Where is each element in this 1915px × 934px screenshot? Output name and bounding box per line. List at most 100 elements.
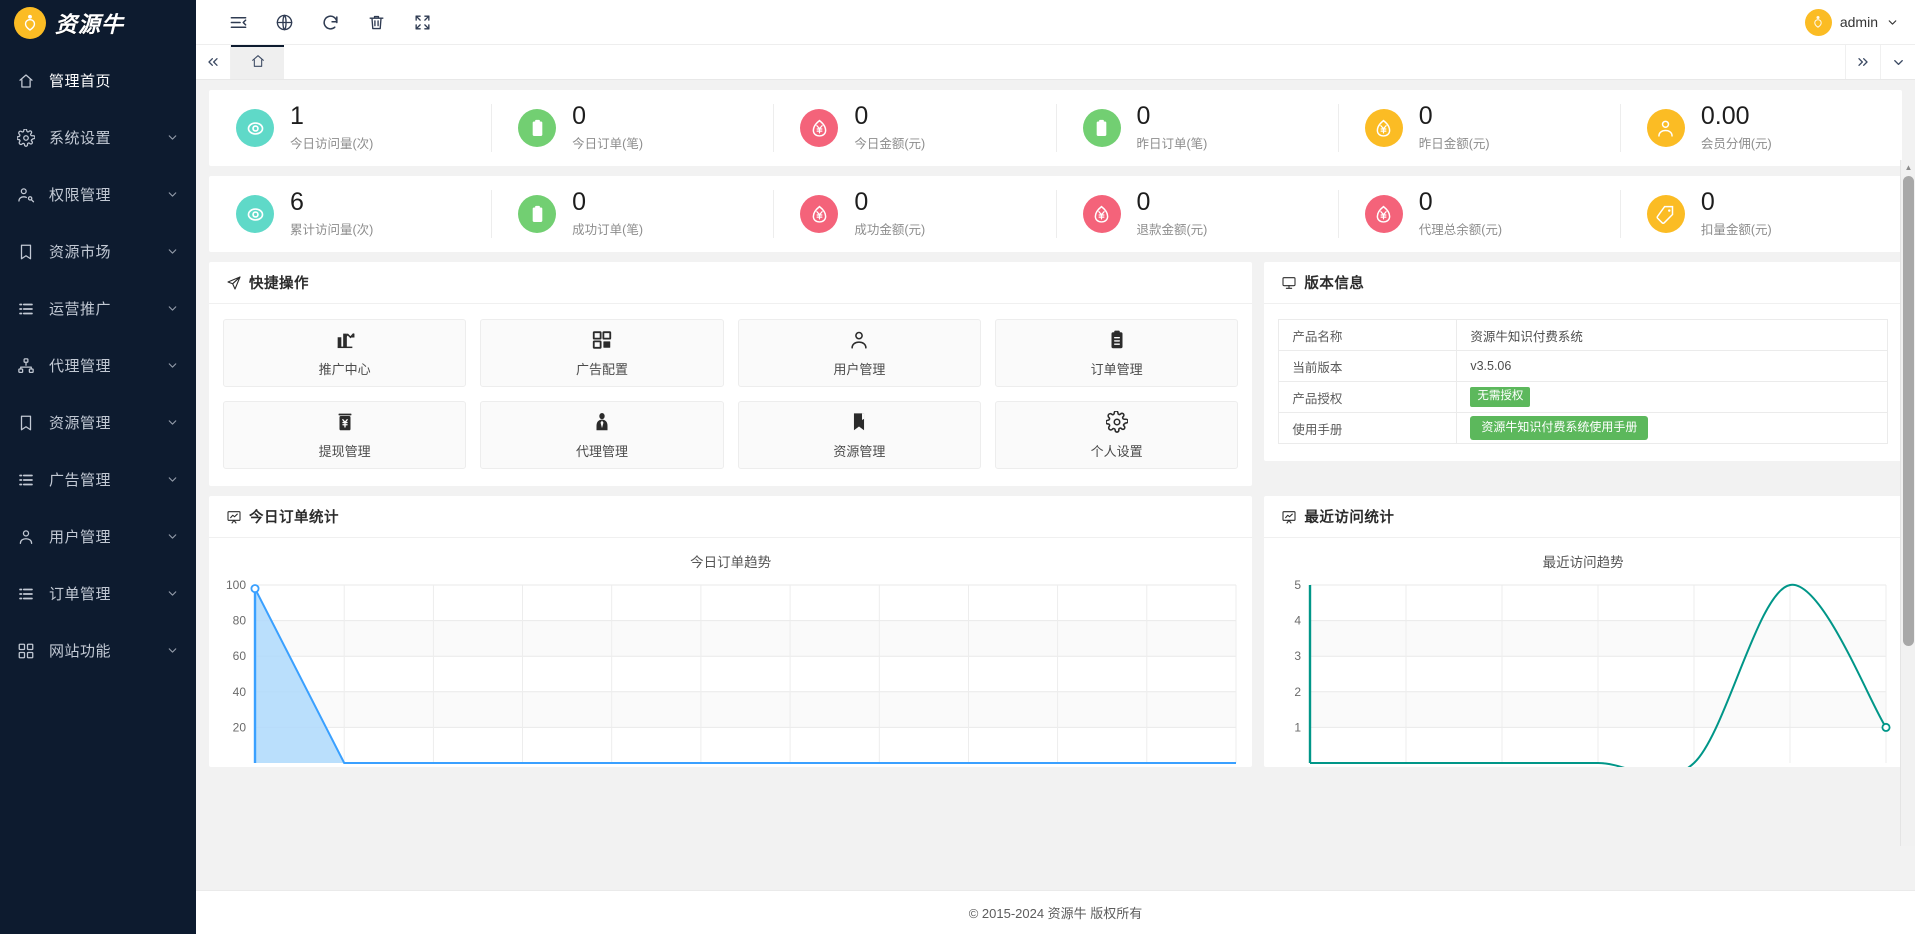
quick-action-4[interactable]: 提现管理 — [223, 401, 466, 469]
toolbar-menu-collapse-icon[interactable] — [215, 0, 261, 45]
version-value-cell: 资源牛知识付费系统 — [1457, 320, 1888, 351]
scroll-up-arrow[interactable]: ▲ — [1901, 160, 1915, 175]
sidebar-item-5[interactable]: 代理管理 — [0, 337, 196, 394]
tabs-scroll-right[interactable] — [1845, 45, 1880, 79]
tab-strip — [196, 45, 1915, 80]
sidebar-item-1[interactable]: 系统设置 — [0, 109, 196, 166]
chevron-down-icon — [166, 530, 179, 543]
today-orders-chart-card: 今日订单统计 今日订单趋势 20406080100 — [209, 496, 1252, 767]
sidebar-item-6[interactable]: 资源管理 — [0, 394, 196, 451]
svg-text:1: 1 — [1295, 720, 1302, 734]
quick-actions-card: 快捷操作 推广中心 广告配置 用户管理 订单管理 提现管理 代理管理 资源管理 — [209, 262, 1252, 486]
quick-action-2[interactable]: 用户管理 — [738, 319, 981, 387]
clipboard-list-icon — [1106, 329, 1128, 351]
stat-card-3: 0 退款金额(元) — [1056, 176, 1338, 252]
version-value: 资源牛知识付费系统 — [1470, 330, 1583, 344]
sidebar-nav: 管理首页 系统设置 权限管理 资源市场 运营推广 代理管理 资源管理 广告管理 — [0, 45, 196, 934]
chevron-down-icon — [166, 302, 179, 315]
version-key: 当前版本 — [1279, 351, 1457, 382]
bookmark-icon — [848, 411, 870, 433]
sidebar-item-label: 网站功能 — [49, 640, 166, 661]
quick-action-label: 资源管理 — [833, 441, 885, 460]
stat-value: 0 — [854, 190, 925, 215]
stat-label: 累计访问量(次) — [290, 219, 373, 238]
sidebar-item-9[interactable]: 订单管理 — [0, 565, 196, 622]
quick-action-7[interactable]: 个人设置 — [995, 401, 1238, 469]
mid-row: 快捷操作 推广中心 广告配置 用户管理 订单管理 提现管理 代理管理 资源管理 — [196, 252, 1915, 486]
eye-target-icon — [236, 195, 274, 233]
tabs-container — [231, 45, 1845, 79]
quick-action-3[interactable]: 订单管理 — [995, 319, 1238, 387]
toolbar-trash-icon[interactable] — [353, 0, 399, 45]
table-row: 使用手册 资源牛知识付费系统使用手册 — [1279, 413, 1888, 444]
agent-tie-icon — [591, 411, 613, 433]
svg-text:5: 5 — [1295, 578, 1302, 592]
yuan-icon — [1365, 109, 1403, 147]
sidebar-item-8[interactable]: 用户管理 — [0, 508, 196, 565]
today-orders-title: 今日订单统计 — [249, 506, 339, 527]
avatar — [1805, 9, 1832, 36]
sidebar-item-10[interactable]: 网站功能 — [0, 622, 196, 679]
toolbar-buttons — [196, 0, 445, 45]
sitemap-icon — [16, 356, 35, 375]
tab-home[interactable] — [231, 45, 284, 79]
quick-action-6[interactable]: 资源管理 — [738, 401, 981, 469]
manual-button[interactable]: 资源牛知识付费系统使用手册 — [1470, 416, 1648, 440]
quick-action-5[interactable]: 代理管理 — [480, 401, 723, 469]
version-value-cell: v3.5.06 — [1457, 351, 1888, 382]
stat-card-5: 0.00 会员分佣(元) — [1620, 90, 1902, 166]
stat-card-4: 0 代理总余额(元) — [1338, 176, 1620, 252]
home-icon — [16, 71, 35, 90]
chevron-down-icon — [1886, 16, 1899, 29]
toolbar-refresh-icon[interactable] — [307, 0, 353, 45]
tabs-dropdown[interactable] — [1880, 45, 1915, 79]
quick-action-0[interactable]: 推广中心 — [223, 319, 466, 387]
stat-card-1: 0 今日订单(笔) — [491, 90, 773, 166]
brand-name: 资源牛 — [55, 7, 124, 39]
quick-actions-body: 推广中心 广告配置 用户管理 订单管理 提现管理 代理管理 资源管理 个人设置 — [209, 304, 1252, 486]
clipboard-icon — [518, 109, 556, 147]
sidebar-item-7[interactable]: 广告管理 — [0, 451, 196, 508]
page-scrollbar[interactable]: ▲ — [1900, 160, 1915, 846]
svg-text:2: 2 — [1295, 685, 1302, 699]
sidebar-item-label: 运营推广 — [49, 298, 166, 319]
stat-value: 0 — [1137, 104, 1208, 129]
toolbar-globe-icon[interactable] — [261, 0, 307, 45]
stat-label: 成功订单(笔) — [572, 219, 643, 238]
chart-board-icon — [1281, 509, 1297, 525]
recent-visits-plot: 12345 — [1264, 577, 1902, 767]
stat-card-5: 0 扣量金额(元) — [1620, 176, 1902, 252]
user-key-icon — [16, 185, 35, 204]
chevron-down-icon — [166, 587, 179, 600]
recent-visits-header: 最近访问统计 — [1264, 496, 1902, 538]
tabstrip-right-controls — [1845, 45, 1915, 79]
svg-text:80: 80 — [233, 614, 247, 628]
stat-value: 0 — [1701, 190, 1772, 215]
quick-action-1[interactable]: 广告配置 — [480, 319, 723, 387]
sidebar-item-4[interactable]: 运营推广 — [0, 280, 196, 337]
chevron-down-icon — [166, 416, 179, 429]
chevron-down-icon — [166, 188, 179, 201]
scrollbar-thumb[interactable] — [1903, 176, 1914, 646]
sidebar-item-2[interactable]: 权限管理 — [0, 166, 196, 223]
sidebar-item-3[interactable]: 资源市场 — [0, 223, 196, 280]
version-key: 使用手册 — [1279, 413, 1457, 444]
user-menu[interactable]: admin — [1805, 9, 1915, 36]
sidebar-item-label: 管理首页 — [49, 70, 179, 91]
sidebar-logo[interactable]: 资源牛 — [0, 0, 196, 45]
toolbar-fullscreen-icon[interactable] — [399, 0, 445, 45]
recent-visits-chart-card: 最近访问统计 最近访问趋势 12345 — [1264, 496, 1902, 767]
sidebar-item-label: 系统设置 — [49, 127, 166, 148]
monitor-icon — [1281, 275, 1297, 291]
stat-value: 0 — [1419, 190, 1502, 215]
list-icon — [16, 470, 35, 489]
tag-icon — [1647, 195, 1685, 233]
stat-value: 1 — [290, 104, 373, 129]
tabs-scroll-left[interactable] — [196, 45, 231, 79]
sidebar-item-label: 用户管理 — [49, 526, 166, 547]
sidebar-item-0[interactable]: 管理首页 — [0, 52, 196, 109]
list-icon — [16, 584, 35, 603]
stat-card-2: 0 今日金额(元) — [773, 90, 1055, 166]
stat-card-0: 1 今日访问量(次) — [209, 90, 491, 166]
svg-text:20: 20 — [233, 720, 247, 734]
